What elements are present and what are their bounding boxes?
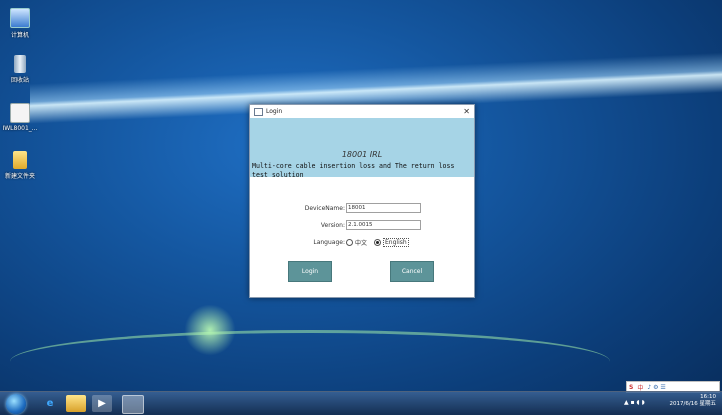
product-banner: 18001 IRL Multi-core cable insertion los… <box>250 118 474 179</box>
window-title: Login <box>266 108 283 115</box>
desktop-icon-label: IWL8001_... <box>2 125 38 132</box>
desktop-icon-recycle-bin[interactable]: 回收站 <box>0 55 40 84</box>
computer-icon <box>10 8 30 28</box>
version-field[interactable]: 2.1.0015 <box>346 220 421 230</box>
clock-date: 2017/6/16 星期五 <box>669 401 716 407</box>
cancel-button[interactable]: Cancel <box>390 261 434 282</box>
taskbar: e ▶ 16:10 2017/6/16 星期五 ▲ ▪ ◖ ◗ <box>0 391 722 415</box>
version-row: Version: 2.1.0015 <box>250 219 474 231</box>
language-row: Language: 中文 English <box>250 236 474 248</box>
desktop-icon-folder[interactable]: 新建文件夹 <box>0 151 40 180</box>
desktop-icon-label: 新建文件夹 <box>4 173 35 180</box>
app-shortcut-icon <box>10 103 30 123</box>
wallpaper-curve <box>10 330 610 393</box>
window-app-icon <box>254 107 263 116</box>
desktop-icon-computer[interactable]: 计算机 <box>0 8 40 39</box>
language-radio-english[interactable] <box>374 239 382 246</box>
media-player-icon[interactable]: ▶ <box>92 395 112 412</box>
wallpaper-glow <box>180 300 240 360</box>
window-titlebar[interactable]: Login ✕ <box>250 105 474 118</box>
product-description: Multi-core cable insertion loss and The … <box>252 162 455 179</box>
desktop-icon-app[interactable]: IWL8001_... <box>0 103 40 132</box>
recycle-bin-icon <box>14 55 26 73</box>
close-icon[interactable]: ✕ <box>463 107 470 116</box>
language-option-english-label: English <box>383 238 409 247</box>
device-name-field[interactable]: 18001 <box>346 203 421 213</box>
login-button[interactable]: Login <box>288 261 332 282</box>
language-option-chinese-label: 中文 <box>355 240 368 247</box>
login-window: Login ✕ 18001 IRL Multi-core cable inser… <box>249 104 475 298</box>
ime-tools-icon[interactable]: ♪ ⚙ ☰ <box>647 384 665 391</box>
explorer-icon[interactable] <box>66 395 86 412</box>
clock-time: 16:10 <box>700 394 716 400</box>
language-radio-chinese[interactable] <box>346 239 353 246</box>
language-options: 中文 English <box>346 238 409 247</box>
product-name: 18001 IRL <box>341 150 383 159</box>
taskbar-app-button[interactable] <box>122 395 144 414</box>
tray-icons[interactable]: ▲ ▪ ◖ ◗ <box>624 399 645 406</box>
version-label: Version: <box>320 222 345 229</box>
device-name-row: DeviceName: 18001 <box>250 202 474 214</box>
desktop-icon-label: 回收站 <box>10 77 29 84</box>
start-button[interactable] <box>6 394 26 414</box>
sogou-icon: S <box>629 383 634 391</box>
system-tray-clock[interactable]: 16:10 2017/6/16 星期五 <box>670 394 716 408</box>
folder-icon <box>13 151 27 169</box>
language-label: Language: <box>313 239 345 246</box>
desktop-icon-label: 计算机 <box>10 32 29 39</box>
device-name-label: DeviceName: <box>304 205 345 212</box>
ie-icon[interactable]: e <box>40 395 60 412</box>
